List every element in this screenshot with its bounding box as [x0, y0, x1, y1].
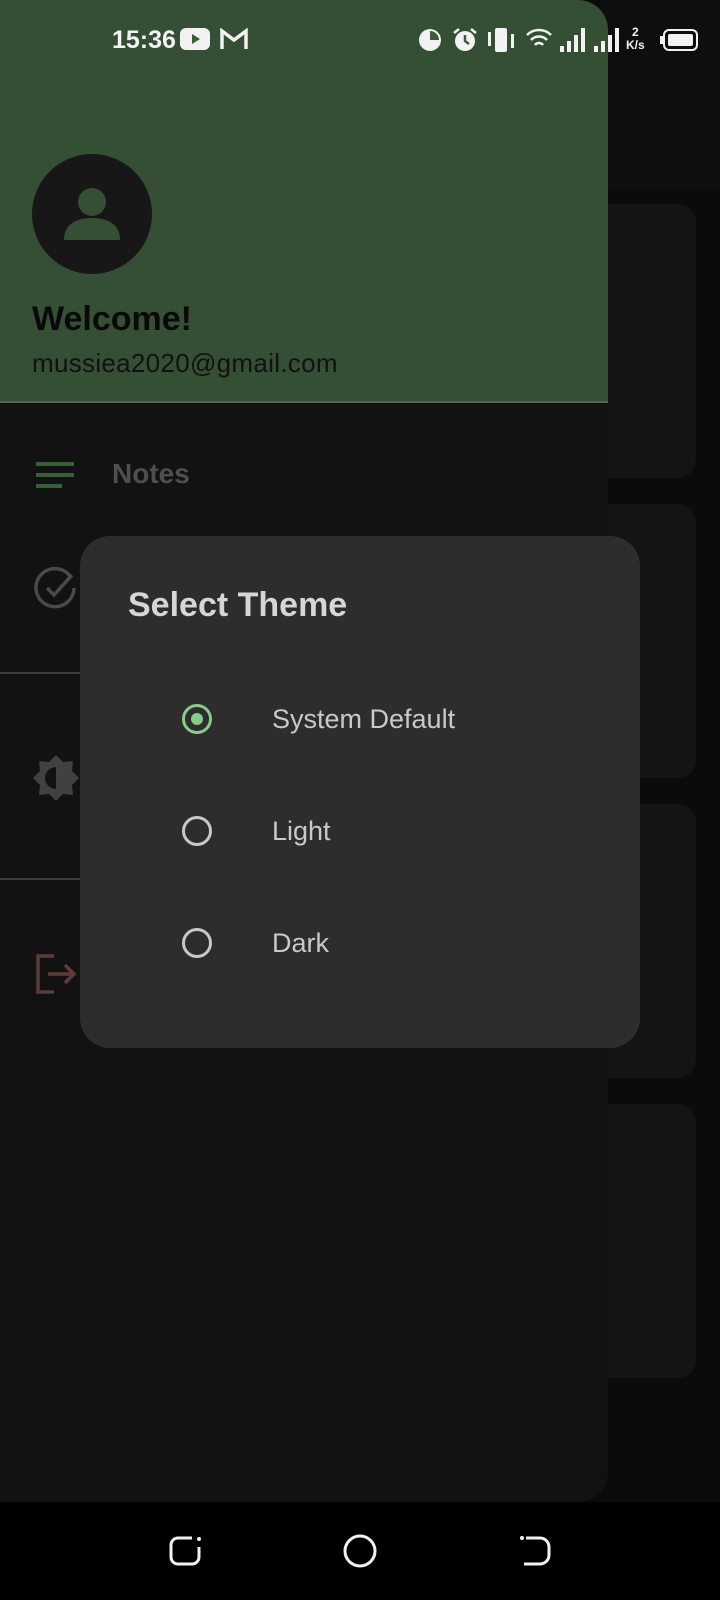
- home-icon[interactable]: [343, 1534, 377, 1568]
- signal-icon: [594, 28, 619, 52]
- option-label: Light: [272, 816, 331, 846]
- data-saver-icon: [419, 29, 441, 51]
- status-bar: 15:36 2 K/s: [0, 0, 720, 80]
- select-theme-dialog: Select Theme System Default Light Dark: [80, 536, 640, 1048]
- wifi-icon: [526, 28, 552, 46]
- back-icon[interactable]: [518, 1534, 552, 1568]
- radio-button-selected[interactable]: [182, 704, 212, 734]
- vibrate-icon: [488, 28, 514, 52]
- option-label: System Default: [272, 704, 456, 734]
- recents-icon[interactable]: [168, 1534, 202, 1568]
- theme-option-dark[interactable]: Dark: [80, 906, 640, 986]
- radio-button[interactable]: [182, 928, 212, 958]
- signal-icon: [560, 28, 585, 52]
- theme-option-system-default[interactable]: System Default: [80, 682, 640, 762]
- status-time: 15:36: [112, 26, 176, 54]
- alarm-icon: [453, 28, 477, 51]
- gmail-icon: [220, 28, 248, 49]
- network-speed: 2 K/s: [626, 25, 645, 52]
- youtube-icon: [180, 28, 210, 50]
- radio-button[interactable]: [182, 816, 212, 846]
- option-label: Dark: [272, 928, 330, 958]
- theme-option-light[interactable]: Light: [80, 794, 640, 874]
- battery-icon: [660, 29, 698, 51]
- system-navigation-bar: [0, 1502, 720, 1600]
- dialog-title: Select Theme: [128, 586, 348, 624]
